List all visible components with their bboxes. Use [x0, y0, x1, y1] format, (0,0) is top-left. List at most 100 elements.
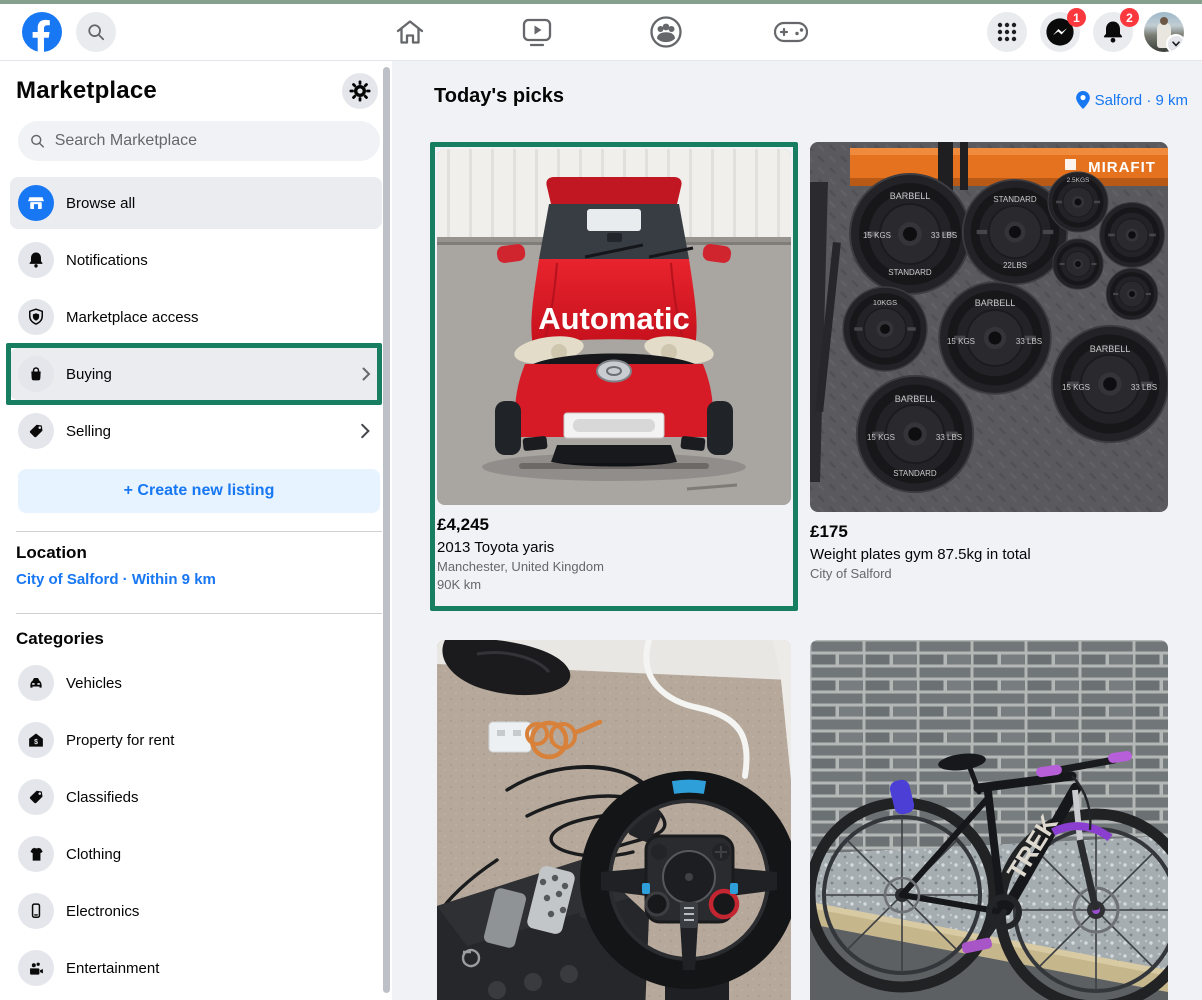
plate-label: BARBELL — [895, 394, 936, 404]
marketplace-search[interactable] — [18, 121, 380, 161]
marketplace-settings-button[interactable] — [342, 73, 378, 109]
category-label: Clothing — [66, 846, 121, 863]
listing-location: City of Salford — [810, 566, 1168, 581]
gear-icon — [349, 80, 371, 102]
listing-price: £4,245 — [437, 515, 791, 535]
marketplace-search-input[interactable] — [53, 131, 368, 151]
shield-icon — [18, 299, 54, 335]
sidebar-divider — [16, 531, 382, 532]
chevron-right-icon — [358, 366, 374, 382]
category-item-classifieds[interactable]: Classifieds — [10, 771, 382, 823]
nav-tab-groups[interactable] — [648, 17, 684, 47]
sidebar-item-buying[interactable]: Buying — [10, 348, 382, 400]
photo-brand-text: MIRAFIT — [1088, 159, 1156, 176]
photo-overlay-text: Automatic — [538, 301, 690, 336]
listing-title: 2013 Toyota yaris — [437, 539, 791, 556]
plate-label: 33 LBS — [1131, 383, 1157, 392]
header-search-button[interactable] — [76, 12, 116, 52]
phone-icon — [18, 893, 54, 929]
sidebar-item-label: Browse all — [66, 195, 135, 212]
sidebar-item-marketplace-access[interactable]: Marketplace access — [10, 291, 382, 343]
category-item-electronics[interactable]: Electronics — [10, 885, 382, 937]
entertainment-icon — [18, 950, 54, 986]
plate-label: 15 KGS — [1062, 383, 1090, 392]
plate-label: 22LBS — [1003, 261, 1027, 270]
notifications-count-badge: 2 — [1120, 8, 1139, 27]
location-heading: Location — [16, 543, 87, 563]
listing-photo-toyota-yaris[interactable]: Automatic — [437, 149, 791, 505]
chevron-right-icon — [356, 422, 374, 440]
search-icon — [30, 133, 45, 149]
avatar-head — [1160, 17, 1168, 25]
plate-label: 33 LBS — [936, 433, 962, 442]
category-item-property-for-rent[interactable]: $ Property for rent — [10, 714, 382, 766]
svg-text:$: $ — [34, 739, 38, 746]
messenger-unread-badge: 1 — [1067, 8, 1086, 27]
listing-card-mountain-bike[interactable]: TREK — [810, 640, 1168, 1000]
groups-icon — [649, 15, 683, 49]
tag-icon — [18, 779, 54, 815]
listing-price: £175 — [810, 522, 1168, 542]
plate-label: 15 KGS — [947, 337, 975, 346]
feed-title: Today's picks — [434, 85, 564, 108]
sidebar-item-selling[interactable]: Selling — [10, 405, 382, 457]
listing-photo-racing-wheel[interactable] — [437, 640, 791, 1000]
apps-grid-icon — [997, 22, 1017, 42]
sidebar-item-notifications[interactable]: Notifications — [10, 234, 382, 286]
listing-location: Manchester, United Kingdom — [437, 559, 791, 574]
category-label: Electronics — [66, 903, 139, 920]
location-link[interactable]: City of Salford · Within 9 km — [16, 571, 216, 588]
category-item-clothing[interactable]: Clothing — [10, 828, 382, 880]
plate-label: 33 LBS — [931, 231, 957, 240]
nav-tab-home[interactable] — [392, 17, 428, 47]
create-new-listing-button[interactable]: + Create new listing — [18, 469, 380, 513]
plate-label: 2.5KGS — [1067, 177, 1090, 184]
listing-photo-mountain-bike[interactable]: TREK — [810, 640, 1168, 1000]
notifications-button[interactable]: 2 — [1093, 12, 1133, 52]
category-label: Vehicles — [66, 675, 122, 692]
house-dollar-icon: $ — [18, 722, 54, 758]
screen-top-strip — [0, 0, 1202, 4]
plate-label: 15 KGS — [863, 231, 891, 240]
plate-label: STANDARD — [888, 268, 932, 277]
sidebar-divider — [16, 613, 382, 614]
category-label: Property for rent — [66, 732, 174, 749]
plate-label: STANDARD — [993, 195, 1037, 204]
categories-heading: Categories — [16, 629, 104, 649]
marketplace-sidebar: Marketplace — [0, 61, 392, 1000]
sidebar-item-browse-all[interactable]: Browse all — [10, 177, 382, 229]
search-icon — [87, 23, 105, 41]
tag-icon — [18, 413, 54, 449]
home-icon — [395, 18, 425, 46]
listing-photo-weight-plates[interactable]: MIRAFIT BARBELL 15 KGS 33 LBS STANDARD — [810, 142, 1168, 512]
plate-label: BARBELL — [890, 191, 931, 201]
category-label: Entertainment — [66, 960, 159, 977]
listing-card-toyota-yaris[interactable]: Automatic £4,245 2013 Toyota yaris — [437, 149, 791, 592]
sidebar-item-label: Buying — [66, 366, 112, 383]
category-item-entertainment[interactable]: Entertainment — [10, 942, 382, 994]
profile-avatar[interactable] — [1144, 12, 1184, 52]
nav-tab-gaming[interactable] — [773, 17, 809, 47]
bell-icon — [18, 242, 54, 278]
sidebar-scrollbar[interactable] — [383, 67, 390, 993]
listing-card-racing-wheel[interactable] — [437, 640, 791, 1000]
storefront-icon — [18, 185, 54, 221]
tshirt-icon — [18, 836, 54, 872]
sidebar-item-label: Marketplace access — [66, 309, 199, 326]
category-item-vehicles[interactable]: Vehicles — [10, 657, 382, 709]
listing-card-weight-plates[interactable]: MIRAFIT BARBELL 15 KGS 33 LBS STANDARD — [810, 142, 1168, 581]
facebook-logo[interactable] — [22, 12, 62, 52]
plate-label: BARBELL — [975, 298, 1016, 308]
messenger-button[interactable]: 1 — [1040, 12, 1080, 52]
feed-location-text: Salford · 9 km — [1095, 92, 1188, 109]
apps-menu-button[interactable] — [987, 12, 1027, 52]
category-label: Classifieds — [66, 789, 139, 806]
nav-tab-watch[interactable] — [519, 17, 555, 47]
plate-label: 15 KGS — [867, 433, 895, 442]
plate-label: STANDARD — [893, 469, 937, 478]
car-icon — [18, 665, 54, 701]
map-pin-icon — [1076, 91, 1090, 109]
sidebar-item-label: Selling — [66, 423, 111, 440]
feed-location-link[interactable]: Salford · 9 km — [1076, 91, 1188, 109]
marketplace-feed: Today's picks Salford · 9 km — [392, 61, 1202, 1000]
